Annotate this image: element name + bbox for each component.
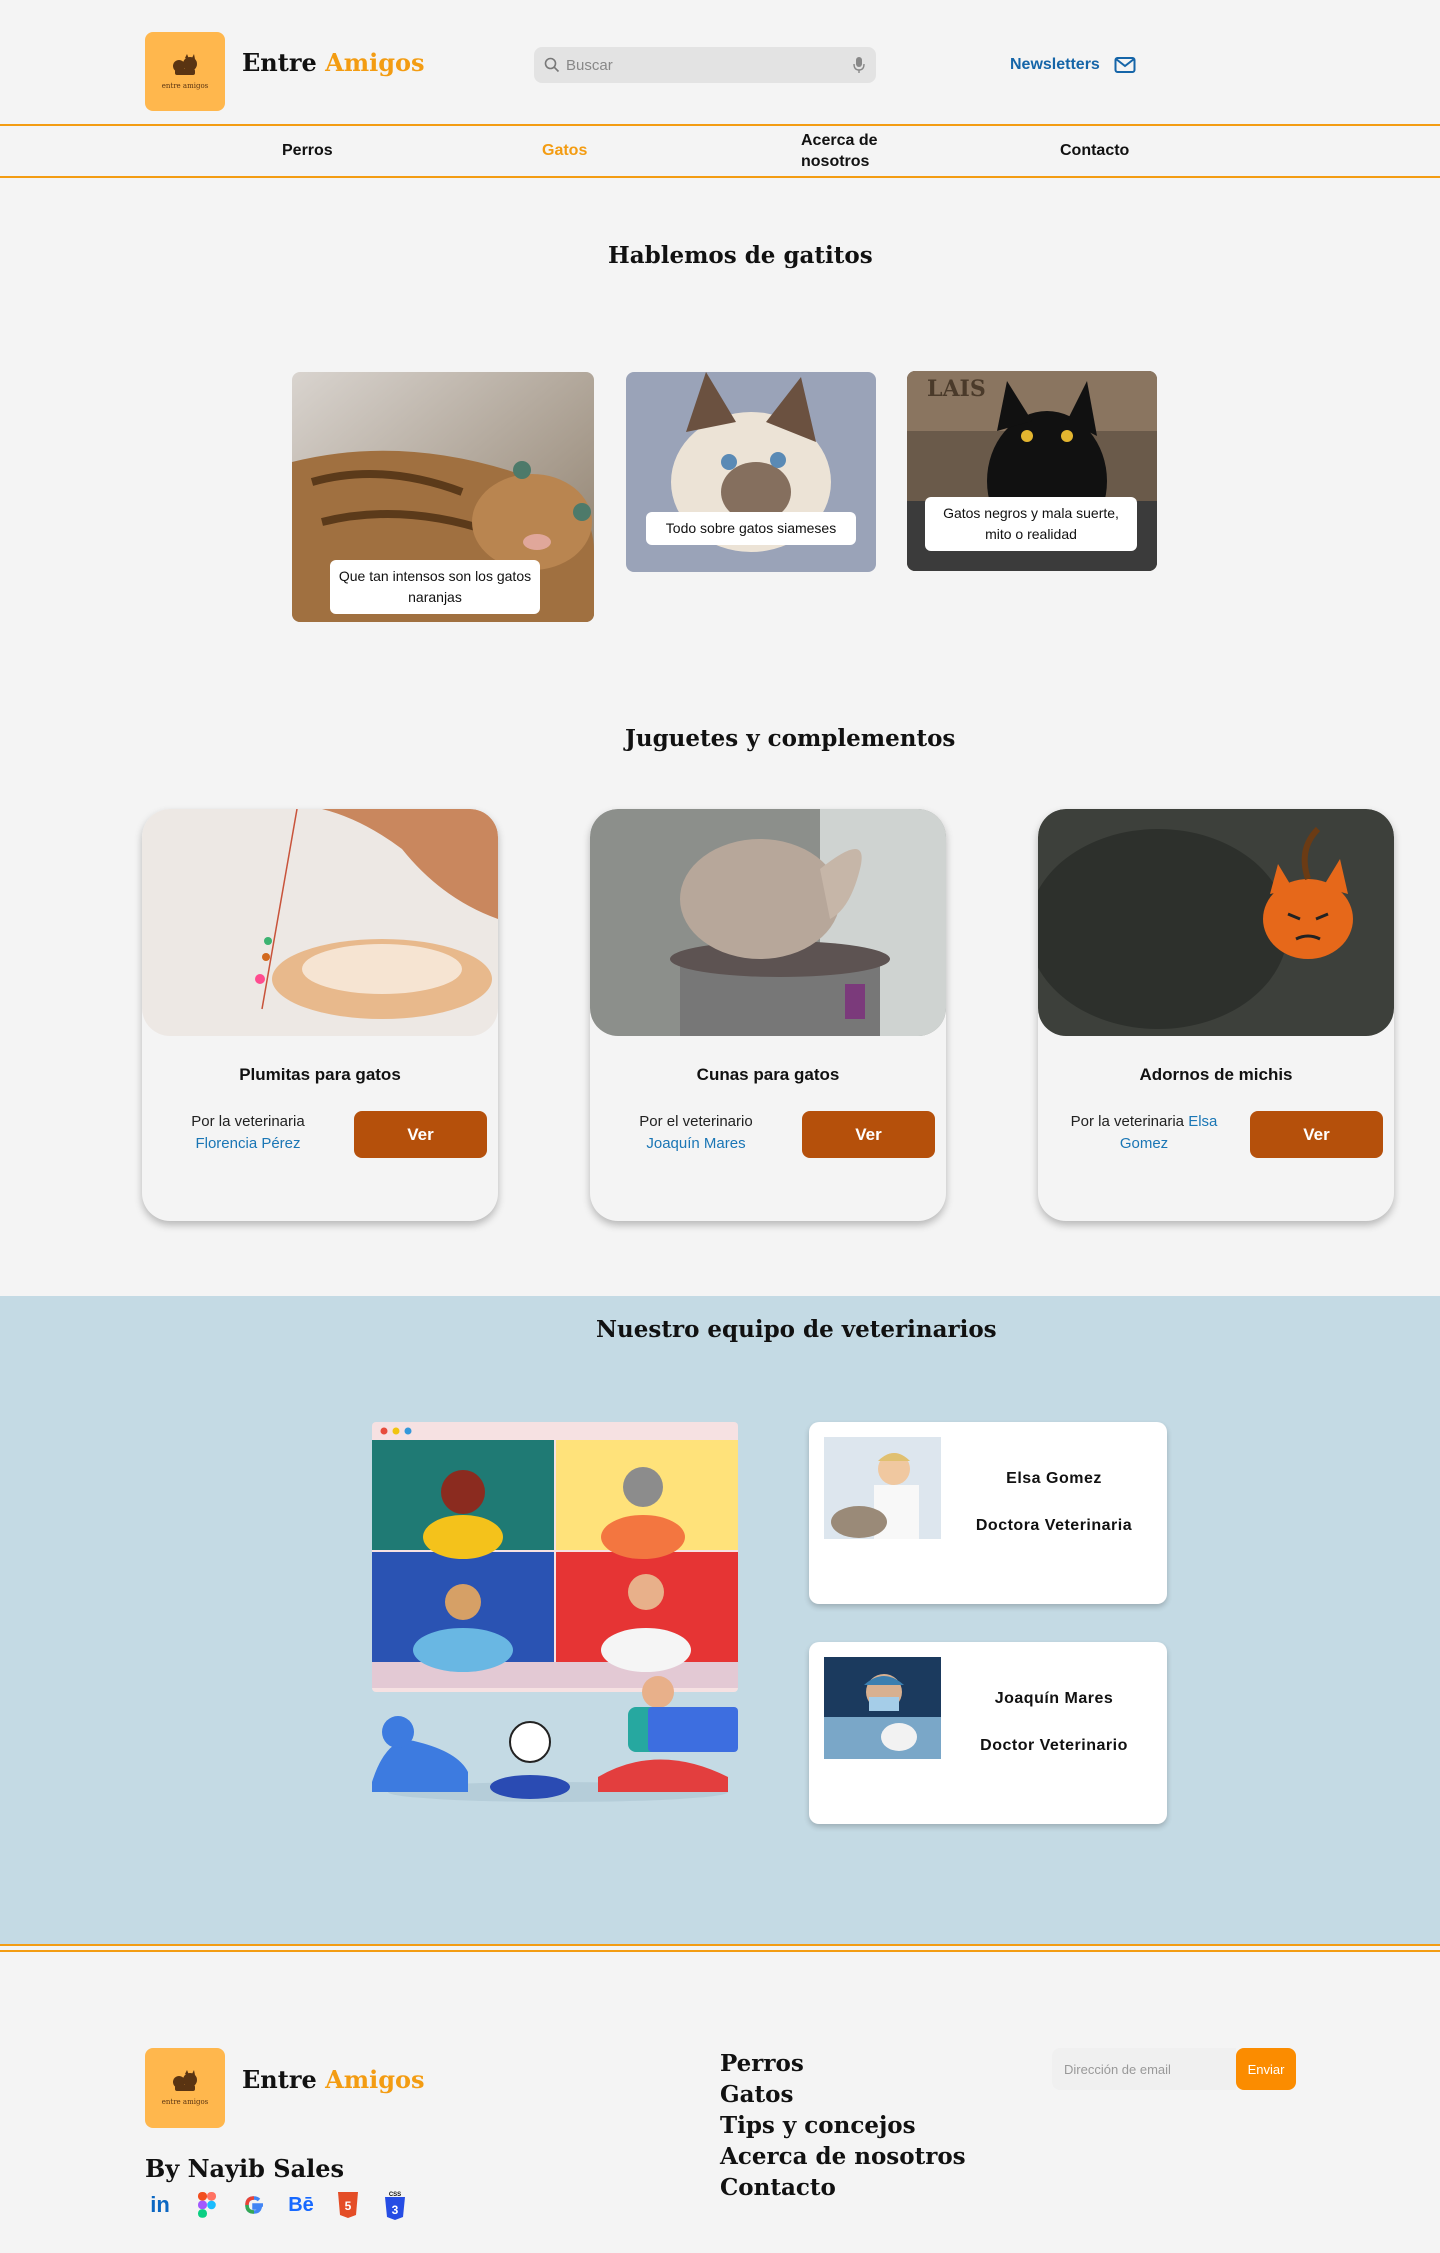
- product-title: Adornos de michis: [1139, 1065, 1293, 1084]
- ver-button[interactable]: Ver: [802, 1111, 935, 1158]
- logo-text: entre amigos: [161, 2098, 209, 2106]
- nav-item-perros[interactable]: Perros: [282, 126, 333, 176]
- search-input[interactable]: [566, 56, 852, 74]
- html5-icon[interactable]: 5: [333, 2190, 363, 2220]
- cat-bed-photo: [590, 809, 946, 1036]
- main-nav: Perros Gatos Acerca de nosotros Contacto: [0, 124, 1440, 178]
- author-prefix: Por la veterinaria: [191, 1113, 305, 1130]
- author-link[interactable]: Joaquín Mares: [646, 1135, 745, 1152]
- product-author: Por la veterinaria Florencia Pérez: [162, 1111, 334, 1155]
- brand-accent: Amigos: [325, 48, 425, 77]
- newsletter-link[interactable]: Newsletters: [1010, 56, 1136, 74]
- brand-main: Entre: [242, 2065, 317, 2094]
- vet-photo: [824, 1437, 941, 1539]
- google-icon[interactable]: [239, 2190, 269, 2220]
- footer-link-tips[interactable]: Tips y concejos: [720, 2110, 966, 2141]
- product-card-adornos: Adornos de michis Por la veterinaria Els…: [1038, 809, 1394, 1221]
- cat-feather-toy-photo: [142, 809, 498, 1036]
- search-icon: [544, 57, 560, 73]
- vet-photo: [824, 1657, 941, 1759]
- svg-text:3: 3: [392, 2203, 399, 2217]
- vet-name: Joaquín Mares: [994, 1690, 1114, 1707]
- brand-name[interactable]: Entre Amigos: [242, 48, 425, 77]
- toys-section-title: Juguetes y complementos: [625, 725, 956, 752]
- linkedin-icon[interactable]: in: [145, 2190, 175, 2220]
- vet-card[interactable]: Joaquín Mares Doctor Veterinario: [809, 1642, 1167, 1824]
- vet-joaquin-photo: [824, 1657, 941, 1759]
- figma-icon[interactable]: [192, 2190, 222, 2220]
- author-link[interactable]: Florencia Pérez: [195, 1135, 300, 1152]
- vet-role: Doctora Veterinaria: [975, 1517, 1133, 1534]
- story-caption: Que tan intensos son los gatos naranjas: [330, 560, 540, 614]
- vet-name: Elsa Gomez: [1006, 1470, 1102, 1487]
- footer-link-perros[interactable]: Perros: [720, 2048, 966, 2079]
- story-caption: Todo sobre gatos siameses: [646, 512, 856, 545]
- behance-icon[interactable]: Bē: [286, 2190, 316, 2220]
- newsletter-label: Newsletters: [1010, 56, 1100, 73]
- email-field[interactable]: [1052, 2048, 1236, 2090]
- social-links: in Bē 5 CSS 3: [145, 2190, 410, 2220]
- story-card-siamese-cat[interactable]: Todo sobre gatos siameses: [626, 372, 876, 572]
- author-credit: By Nayib Sales: [145, 2154, 345, 2183]
- author-prefix: Por la veterinaria: [1070, 1113, 1185, 1130]
- product-image: [590, 809, 946, 1036]
- brand-main: Entre: [242, 48, 317, 77]
- vet-card[interactable]: Elsa Gomez Doctora Veterinaria: [809, 1422, 1167, 1604]
- mail-icon: [1114, 57, 1136, 73]
- footer-link-gatos[interactable]: Gatos: [720, 2079, 966, 2110]
- author-prefix: Por el veterinario: [639, 1113, 753, 1130]
- footer-link-contacto[interactable]: Contacto: [720, 2172, 966, 2203]
- site-header: entre amigos Entre Amigos Newsletters: [0, 0, 1440, 124]
- product-author: Por la veterinaria Elsa Gomez: [1058, 1111, 1230, 1155]
- video-call-illustration: [372, 1422, 738, 1802]
- footer-divider: [0, 1944, 1440, 1946]
- footer-link-acerca[interactable]: Acerca de nosotros: [720, 2141, 966, 2172]
- product-image: [1038, 809, 1394, 1036]
- cat-ornament-photo: [1038, 809, 1394, 1036]
- product-title: Plumitas para gatos: [239, 1065, 401, 1084]
- footer-brand-name: Entre Amigos: [242, 2065, 425, 2094]
- svg-text:5: 5: [345, 2199, 352, 2213]
- product-image: [142, 809, 498, 1036]
- product-card-plumitas: Plumitas para gatos Por la veterinaria F…: [142, 809, 498, 1221]
- footer-logo[interactable]: entre amigos: [145, 2048, 225, 2128]
- vet-role: Doctor Veterinario: [980, 1737, 1128, 1754]
- send-button[interactable]: Enviar: [1236, 2048, 1296, 2090]
- svg-text:LAIS: LAIS: [927, 376, 986, 402]
- logo[interactable]: entre amigos: [145, 32, 225, 111]
- pets-logo-icon: [170, 53, 200, 80]
- nav-item-contacto[interactable]: Contacto: [1060, 126, 1129, 176]
- story-caption: Gatos negros y mala suerte, mito o reali…: [925, 497, 1137, 551]
- cats-section-title: Hablemos de gatitos: [608, 242, 873, 269]
- ver-button[interactable]: Ver: [1250, 1111, 1383, 1158]
- product-card-cunas: Cunas para gatos Por el veterinario Joaq…: [590, 809, 946, 1221]
- logo-text: entre amigos: [161, 81, 209, 90]
- team-section-title: Nuestro equipo de veterinarios: [596, 1316, 997, 1343]
- microphone-icon[interactable]: [852, 56, 866, 74]
- brand-accent: Amigos: [325, 2065, 425, 2094]
- product-title: Cunas para gatos: [696, 1065, 840, 1084]
- story-card-black-cat[interactable]: LAIS Gatos negros y mala suerte, mito o …: [907, 371, 1157, 571]
- css3-icon[interactable]: CSS 3: [380, 2190, 410, 2220]
- footer-divider: [0, 1950, 1440, 1952]
- product-author: Por el veterinario Joaquín Mares: [610, 1111, 782, 1155]
- vet-elsa-photo: [824, 1437, 941, 1539]
- pets-logo-icon: [170, 2070, 200, 2096]
- story-card-orange-cat[interactable]: Que tan intensos son los gatos naranjas: [292, 372, 594, 622]
- nav-item-acerca[interactable]: Acerca de nosotros: [801, 126, 901, 176]
- nav-item-gatos[interactable]: Gatos: [542, 126, 587, 176]
- search-bar: [534, 47, 876, 83]
- ver-button[interactable]: Ver: [354, 1111, 487, 1158]
- team-section: Nuestro equipo de veterinarios Elsa Gome…: [0, 1296, 1440, 1944]
- footer-links: Perros Gatos Tips y concejos Acerca de n…: [720, 2048, 966, 2203]
